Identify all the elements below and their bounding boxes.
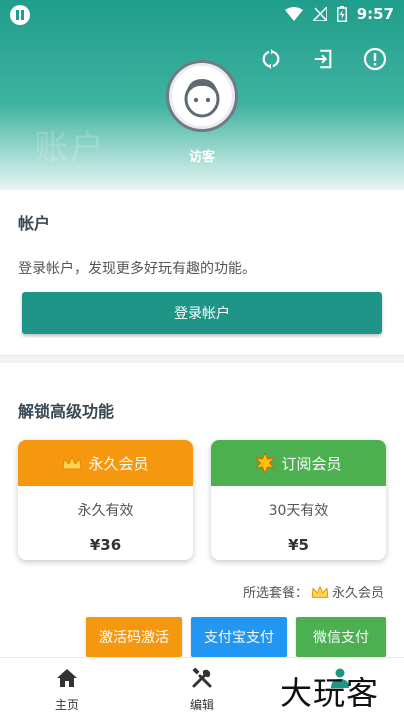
plan-name: 订阅会员 <box>281 454 342 473</box>
plan-validity: 永久有效 <box>77 503 134 519</box>
plan-name: 永久会员 <box>88 454 149 473</box>
battery-icon <box>336 6 347 22</box>
plan-card-subscription[interactable]: 订阅会员 30天有效 ¥5 <box>211 440 386 560</box>
nav-label-edit: 编辑 <box>189 698 214 712</box>
alert-icon <box>363 47 387 71</box>
sync-button[interactable] <box>256 44 286 74</box>
nav-item-edit[interactable]: 编辑 <box>162 666 242 713</box>
activation-code-button[interactable]: 激活码激活 <box>86 617 182 657</box>
crown-icon <box>62 455 83 470</box>
avatar[interactable] <box>166 60 238 132</box>
header-actions <box>256 44 390 74</box>
selected-plan-value: 永久会员 <box>331 586 384 601</box>
info-button[interactable] <box>360 44 390 74</box>
login-exit-button[interactable] <box>308 44 338 74</box>
status-bar: 9:57 <box>0 0 404 30</box>
sync-icon <box>262 48 280 70</box>
login-button[interactable]: 登录帐户 <box>22 292 382 334</box>
status-icons: 9:57 <box>284 5 394 23</box>
crown-icon <box>311 585 329 598</box>
visitor-name: 访客 <box>188 150 215 165</box>
brand-watermark: 大玩客 <box>280 674 380 712</box>
wechat-pay-button[interactable]: 微信支付 <box>296 617 386 657</box>
section-divider <box>0 355 404 363</box>
tools-icon <box>192 667 212 688</box>
account-section-title: 帐户 <box>18 214 51 233</box>
nav-item-home[interactable]: 主页 <box>27 666 107 713</box>
selected-plan: 所选套餐： 永久会员 <box>243 582 384 601</box>
alipay-button[interactable]: 支付宝支付 <box>191 617 287 657</box>
home-icon <box>57 669 77 687</box>
no-signal-icon <box>312 7 327 21</box>
plan-price: ¥5 <box>288 536 309 554</box>
nav-label-home: 主页 <box>54 698 79 712</box>
plan-card-header: 订阅会员 <box>211 440 386 486</box>
selected-plan-label: 所选套餐： <box>242 586 308 601</box>
plan-card-lifetime[interactable]: 永久会员 永久有效 ¥36 <box>18 440 193 560</box>
clock: 9:57 <box>356 5 394 23</box>
account-description: 登录帐户，发现更多好玩有趣的功能。 <box>18 261 256 277</box>
login-icon <box>314 49 332 69</box>
user-face-icon <box>184 79 220 118</box>
app-notification-icon <box>10 5 30 25</box>
star-badge-icon <box>255 453 276 473</box>
unlock-section-title: 解锁高级功能 <box>18 402 115 421</box>
account-header: 9:57 账户 访客 <box>0 0 404 190</box>
plan-card-header: 永久会员 <box>18 440 193 486</box>
plan-price: ¥36 <box>89 536 122 554</box>
wifi-icon <box>284 7 303 21</box>
plan-validity: 30天有效 <box>268 503 329 519</box>
